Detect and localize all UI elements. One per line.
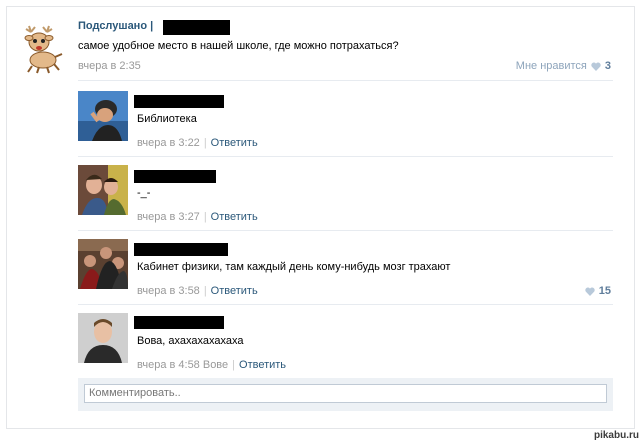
post-author[interactable]: Подслушано | [78, 20, 153, 32]
comment-date[interactable]: вчера в 3:58 [137, 285, 200, 297]
reply-link[interactable]: Ответить [211, 285, 258, 297]
redacted-name [134, 316, 224, 329]
like-label: Мне нравится [515, 60, 587, 72]
divider [78, 156, 613, 157]
reply-link[interactable]: Ответить [211, 137, 258, 149]
heart-icon [585, 287, 595, 296]
avatar[interactable] [78, 239, 128, 289]
avatar[interactable] [78, 91, 128, 141]
avatar[interactable] [78, 313, 128, 363]
comment-item: Кабинет физики, там каждый день кому-ниб… [78, 239, 613, 305]
comment-meta: вчера в 4:58 Вове | Ответить [137, 359, 287, 371]
redacted-name [163, 20, 230, 35]
like-count: 3 [604, 60, 611, 72]
like-button[interactable]: Мне нравится 3 [516, 60, 611, 72]
comment-box: Комментировать.. [78, 378, 613, 411]
post-date[interactable]: вчера в 2:35 [78, 60, 141, 72]
comment-text: -_- [137, 187, 151, 199]
watermark: pikabu.ru [593, 430, 639, 441]
comment-input[interactable]: Комментировать.. [84, 384, 607, 403]
comment-item: -_- вчера в 3:27 | Ответить [78, 165, 613, 231]
comment-date[interactable]: вчера в 3:27 [137, 211, 200, 223]
redacted-name [134, 170, 216, 183]
redacted-name [134, 243, 228, 256]
reply-link[interactable]: Ответить [211, 211, 258, 223]
divider [78, 230, 613, 231]
comment-item: Библиотека вчера в 3:22 | Ответить [78, 91, 613, 157]
post-text: самое удобное место в нашей школе, где м… [78, 40, 399, 52]
reply-link[interactable]: Ответить [239, 359, 286, 371]
redacted-name [134, 95, 224, 108]
divider [78, 80, 613, 81]
comment-meta: вчера в 3:27 | Ответить [137, 211, 258, 223]
comment-text: Библиотека [137, 113, 197, 125]
comment-meta: вчера в 3:22 | Ответить [137, 137, 258, 149]
comment-date[interactable]: вчера в 3:22 [137, 137, 200, 149]
comment-meta: вчера в 3:58 | Ответить [137, 285, 258, 297]
comment-text: Вова, ахахахахахаха [137, 335, 244, 347]
heart-icon [591, 62, 601, 71]
comment-item: Вова, ахахахахахаха вчера в 4:58 Вове | От… [78, 313, 613, 373]
comment-date[interactable]: вчера в 4:58 Вове [137, 359, 228, 371]
divider [78, 304, 613, 305]
like-button[interactable]: 15 [585, 285, 611, 297]
comment-text: Кабинет физики, там каждый день кому-ниб… [137, 261, 451, 273]
avatar[interactable] [78, 165, 128, 215]
group-avatar[interactable] [17, 24, 67, 74]
like-count: 15 [598, 285, 611, 297]
